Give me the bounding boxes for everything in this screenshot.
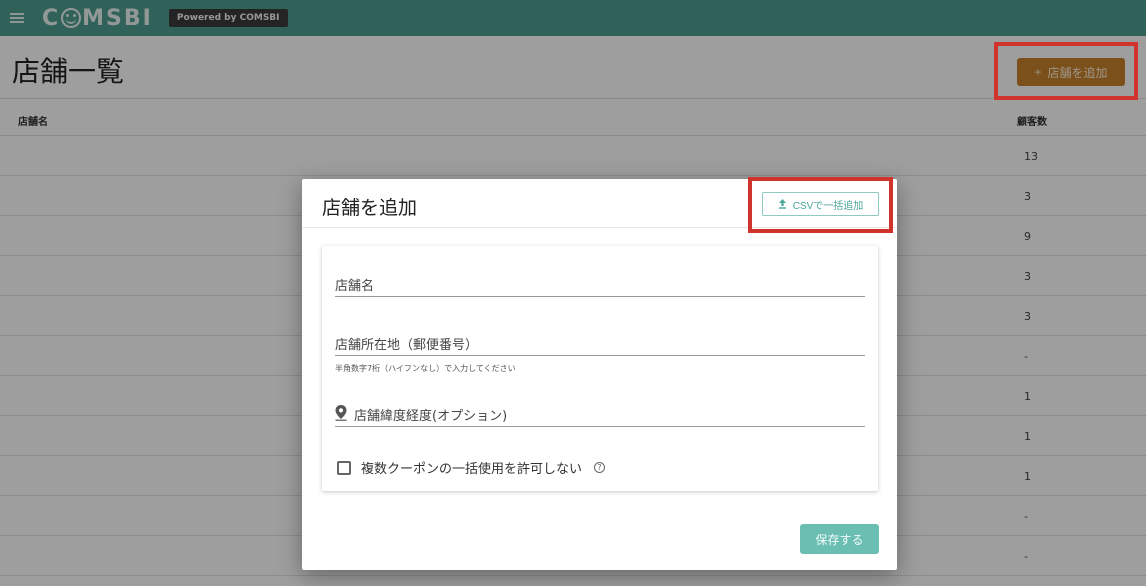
multi-coupon-label: 複数クーポンの一括使用を許可しない xyxy=(361,462,583,477)
latlng-label: 店舗緯度経度(オプション) xyxy=(354,409,508,424)
multi-coupon-option: 複数クーポンの一括使用を許可しない ? xyxy=(337,458,606,477)
postal-code-field[interactable]: 店舗所在地（郵便番号） xyxy=(335,330,865,356)
multi-coupon-checkbox[interactable] xyxy=(337,460,351,475)
latlng-field[interactable]: 店舗緯度経度(オプション) xyxy=(335,401,865,427)
location-pin-icon xyxy=(335,405,347,421)
dialog-title: 店舗を追加 xyxy=(322,197,418,219)
postal-code-label: 店舗所在地（郵便番号） xyxy=(335,338,479,353)
csv-button-highlight-box xyxy=(748,177,893,233)
help-icon[interactable]: ? xyxy=(594,462,606,473)
postal-code-hint: 半角数字7桁（ハイフンなし）で入力してください xyxy=(335,364,516,373)
store-name-field[interactable]: 店舗名 xyxy=(335,271,865,297)
save-button[interactable]: 保存する xyxy=(800,524,879,554)
add-button-highlight-box xyxy=(994,42,1138,100)
add-store-dialog: 店舗を追加 CSVで一括追加 店舗名 店舗所在地（郵便番号） 半角数字7桁（ハイ… xyxy=(302,179,897,570)
store-name-label: 店舗名 xyxy=(335,279,375,294)
form-card: 店舗名 店舗所在地（郵便番号） 半角数字7桁（ハイフンなし）で入力してください … xyxy=(322,246,878,491)
